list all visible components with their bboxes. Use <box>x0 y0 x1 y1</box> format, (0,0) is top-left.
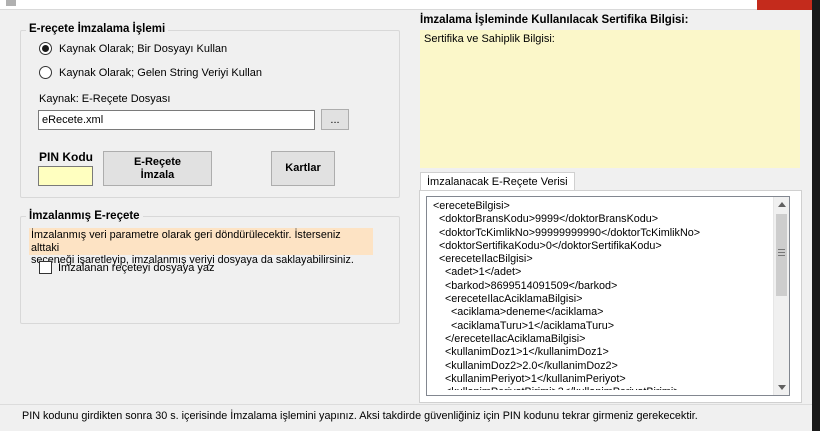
radio-source-file-label: Kaynak Olarak; Bir Dosyayı Kullan <box>59 42 228 55</box>
sign-button-line1: E-Reçete <box>133 155 182 168</box>
source-file-label: Kaynak: E-Reçete Dosyası <box>39 93 171 105</box>
source-file-input[interactable]: eRecete.xml <box>38 110 315 130</box>
certificate-title: İmzalama İşleminde Kullanılacak Sertifik… <box>420 14 689 26</box>
cards-button[interactable]: Kartlar <box>271 151 335 186</box>
tab-erecete-data[interactable]: İmzalanacak E-Reçete Verisi <box>420 172 575 191</box>
xml-line: <kullanimDoz2>2.0</kullanimDoz2> <box>433 359 618 372</box>
radio-source-file[interactable]: Kaynak Olarak; Bir Dosyayı Kullan <box>39 42 227 55</box>
radio-checked-icon <box>39 42 52 55</box>
radio-source-string[interactable]: Kaynak Olarak; Gelen String Veriyi Kulla… <box>39 66 262 79</box>
sign-erecete-button[interactable]: E-Reçete İmzala <box>103 151 212 186</box>
xml-line: <barkod>8699514091509</barkod> <box>433 279 618 292</box>
xml-line: <doktorBransKodu>9999</doktorBransKodu> <box>433 213 659 226</box>
save-to-file-checkbox[interactable]: İmzalanan reçeteyi dosyaya yaz <box>39 261 215 274</box>
xml-line: <kullanimPeriyot>1</kullanimPeriyot> <box>433 372 626 385</box>
xml-content: <ereceteBilgisi> <doktorBransKodu>9999</… <box>433 200 773 390</box>
app-icon <box>6 0 16 6</box>
scroll-up-icon[interactable] <box>774 197 789 212</box>
xml-line: </ereceteIlacAciklamaBilgisi> <box>433 332 586 345</box>
checkbox-unchecked-icon <box>39 261 52 274</box>
sign-button-line2: İmzala <box>140 168 175 181</box>
xml-textarea[interactable]: <ereceteBilgisi> <doktorBransKodu>9999</… <box>426 196 790 396</box>
window-edge <box>812 0 820 431</box>
window-title-bar <box>0 0 820 10</box>
scroll-thumb[interactable] <box>776 214 787 296</box>
certificate-info-box: Sertifika ve Sahiplik Bilgisi: <box>420 30 800 168</box>
footer-message: PIN kodunu girdikten sonra 30 s. içerisi… <box>22 410 698 422</box>
xml-line: <adet>1</adet> <box>433 266 522 279</box>
xml-line: <ereceteIlacBilgisi> <box>433 253 533 266</box>
sign-group-title: E-reçete İmzalama İşlemi <box>26 22 169 36</box>
pin-label: PIN Kodu <box>39 150 93 164</box>
radio-unchecked-icon <box>39 66 52 79</box>
xml-line: <doktorSertifikaKodu>0</doktorSertifikaK… <box>433 239 662 252</box>
pin-input[interactable] <box>38 166 93 186</box>
save-to-file-label: İmzalanan reçeteyi dosyaya yaz <box>58 261 215 274</box>
window-close-button[interactable] <box>757 0 812 10</box>
signed-info-line1: İmzalanmış veri parametre olarak geri dö… <box>31 229 341 254</box>
xml-line: <aciklama>deneme</aciklama> <box>433 306 604 319</box>
xml-line: <kullanimDoz1>1</kullanimDoz1> <box>433 346 609 359</box>
xml-scrollbar[interactable] <box>773 197 789 395</box>
radio-source-string-label: Kaynak Olarak; Gelen String Veriyi Kulla… <box>59 66 262 79</box>
signed-info-text: İmzalanmış veri parametre olarak geri dö… <box>29 228 373 266</box>
xml-line: <ereceteIlacAciklamaBilgisi> <box>433 293 583 306</box>
footer-divider <box>0 404 820 405</box>
certificate-info-text: Sertifika ve Sahiplik Bilgisi: <box>424 33 555 45</box>
xml-line: <ereceteBilgisi> <box>433 200 510 212</box>
browse-button[interactable]: ... <box>321 109 349 130</box>
scroll-down-icon[interactable] <box>774 380 789 395</box>
xml-line: <doktorTcKimlikNo>99999999990</doktorTcK… <box>433 226 701 239</box>
xml-line: <aciklamaTuru>1</aciklamaTuru> <box>433 319 615 332</box>
signed-group-title: İmzalanmış E-reçete <box>26 209 143 223</box>
xml-line: <kullanimPeriyotBirimi>3</kullanimPeriyo… <box>433 386 773 390</box>
